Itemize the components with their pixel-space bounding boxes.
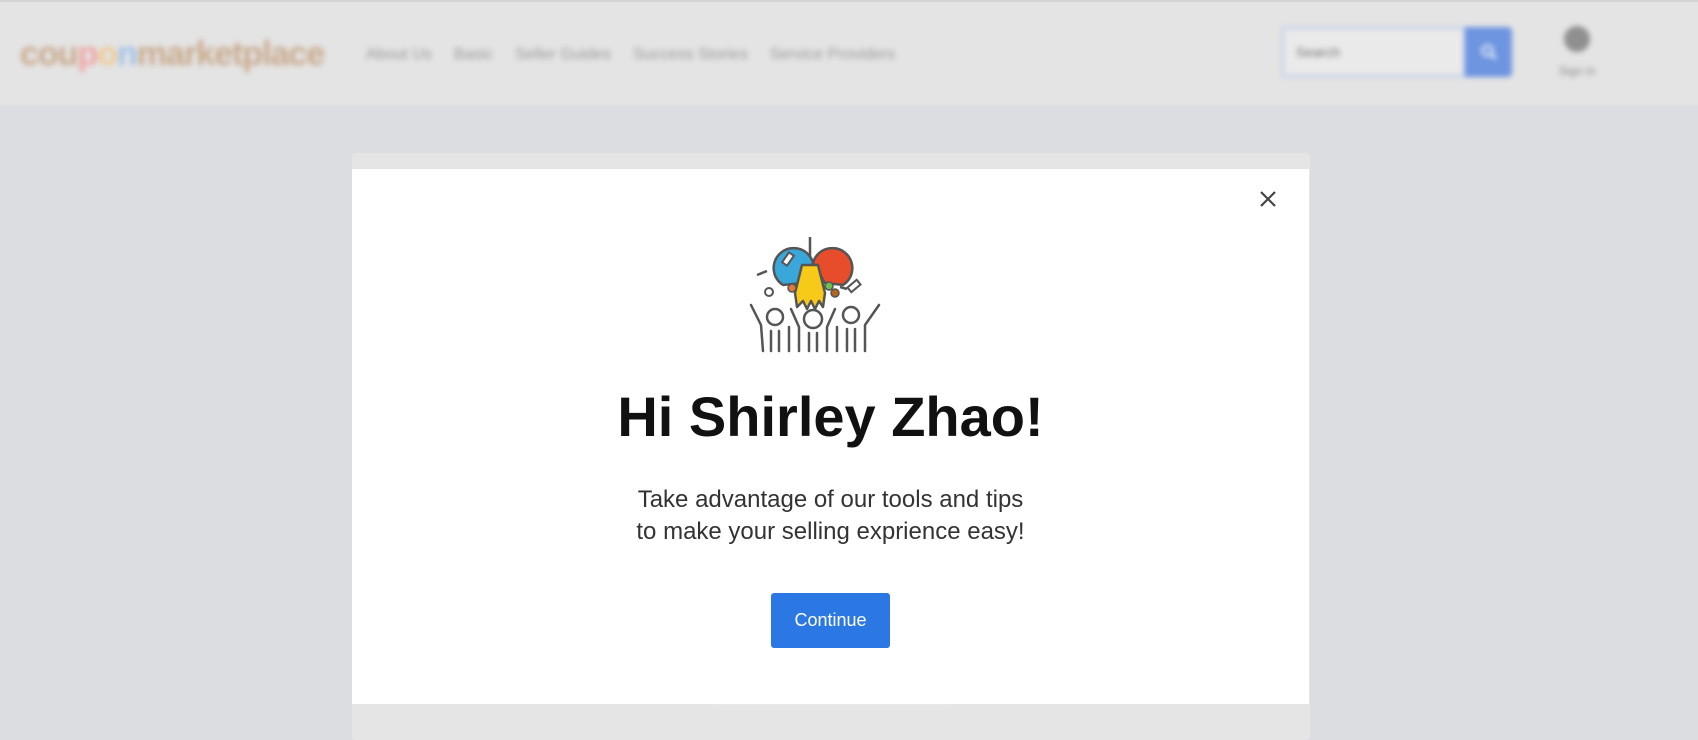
welcome-message: Take advantage of our tools and tips to … — [352, 484, 1309, 548]
nav-item-seller-guides[interactable]: Seller Guides — [515, 46, 611, 64]
logo-part: cou — [20, 35, 78, 73]
user-icon — [1564, 26, 1590, 52]
logo-part: o — [97, 35, 118, 73]
logo-part: marketplace — [136, 35, 325, 73]
search-input[interactable] — [1282, 27, 1465, 77]
welcome-message-line: to make your selling exprience easy! — [636, 518, 1025, 545]
welcome-modal: Hi Shirley Zhao! Take advantage of our t… — [352, 169, 1309, 704]
nav-item-basic[interactable]: Basic — [454, 46, 493, 64]
close-button[interactable] — [1253, 184, 1283, 214]
account-label: Sign in — [1558, 64, 1596, 78]
account-menu[interactable]: Sign in — [1550, 26, 1604, 78]
greeting-heading: Hi Shirley Zhao! — [617, 385, 1044, 448]
welcome-message-line: Take advantage of our tools and tips — [637, 486, 1024, 513]
nav-item-about-us[interactable]: About Us — [366, 46, 432, 64]
nav-item-success-stories[interactable]: Success Stories — [633, 46, 748, 64]
site-header: couponmarketplace About Us Basic Seller … — [0, 0, 1698, 105]
celebration-crowd-icon — [749, 237, 881, 353]
site-logo[interactable]: couponmarketplace — [20, 35, 325, 74]
search-bar — [1282, 27, 1512, 77]
search-icon — [1481, 44, 1497, 60]
logo-part: p — [77, 35, 98, 73]
main-nav: About Us Basic Seller Guides Success Sto… — [366, 46, 895, 64]
close-icon — [1260, 191, 1276, 207]
search-button[interactable] — [1465, 27, 1512, 77]
logo-part: n — [117, 35, 138, 73]
continue-button[interactable]: Continue — [771, 593, 890, 648]
nav-item-service-providers[interactable]: Service Providers — [770, 46, 895, 64]
